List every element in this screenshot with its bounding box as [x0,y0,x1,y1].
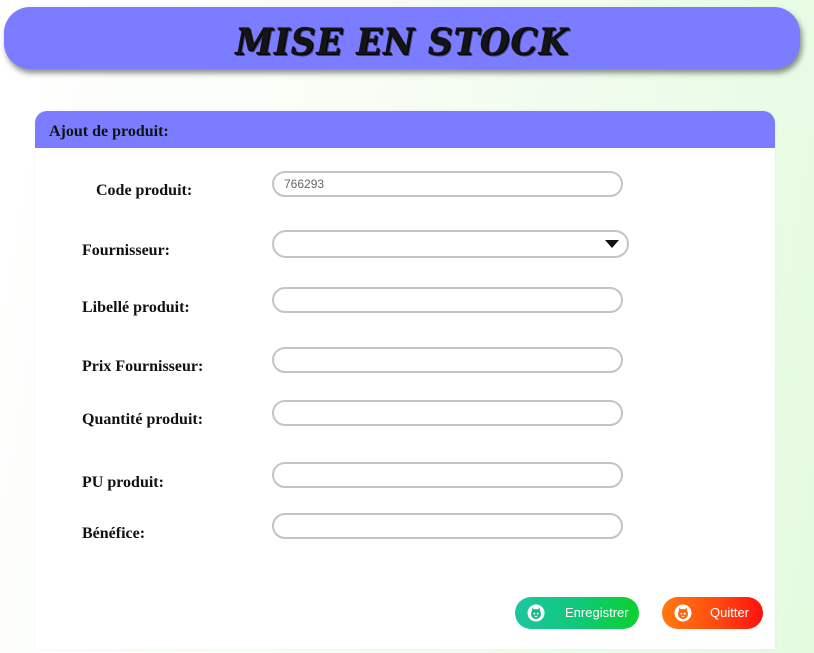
pu-produit-label: PU produit: [82,474,164,491]
dropdown-arrow-icon [605,240,619,248]
cat-face-icon [674,604,692,622]
libelle-produit-label: Libellé produit: [82,299,190,316]
enregistrer-button[interactable]: Enregistrer [515,597,639,629]
prix-fournisseur-input[interactable] [272,347,623,373]
panel-title: Ajout de produit: [49,123,169,140]
page-title: MISE EN STOCK [235,20,569,64]
panel-header: Ajout de produit: [35,111,775,148]
fournisseur-label: Fournisseur: [82,242,170,259]
prix-fournisseur-label: Prix Fournisseur: [82,358,204,375]
add-product-panel: Ajout de produit: Code produit: Fourniss… [35,111,775,649]
code-produit-input[interactable] [272,171,623,197]
cat-face-icon [527,604,545,622]
quitter-button[interactable]: Quitter [662,597,763,629]
pu-produit-input[interactable] [272,462,623,488]
libelle-produit-input[interactable] [272,287,623,313]
benefice-label: Bénéfice: [82,525,146,542]
benefice-input[interactable] [272,513,623,539]
quantite-produit-label: Quantité produit: [82,411,204,428]
fournisseur-select[interactable] [272,230,629,258]
quitter-label: Quitter [710,605,750,620]
quantite-produit-input[interactable] [272,400,623,426]
enregistrer-label: Enregistrer [565,605,629,620]
header-banner: MISE EN STOCK [4,7,800,69]
code-produit-label: Code produit: [96,182,193,199]
